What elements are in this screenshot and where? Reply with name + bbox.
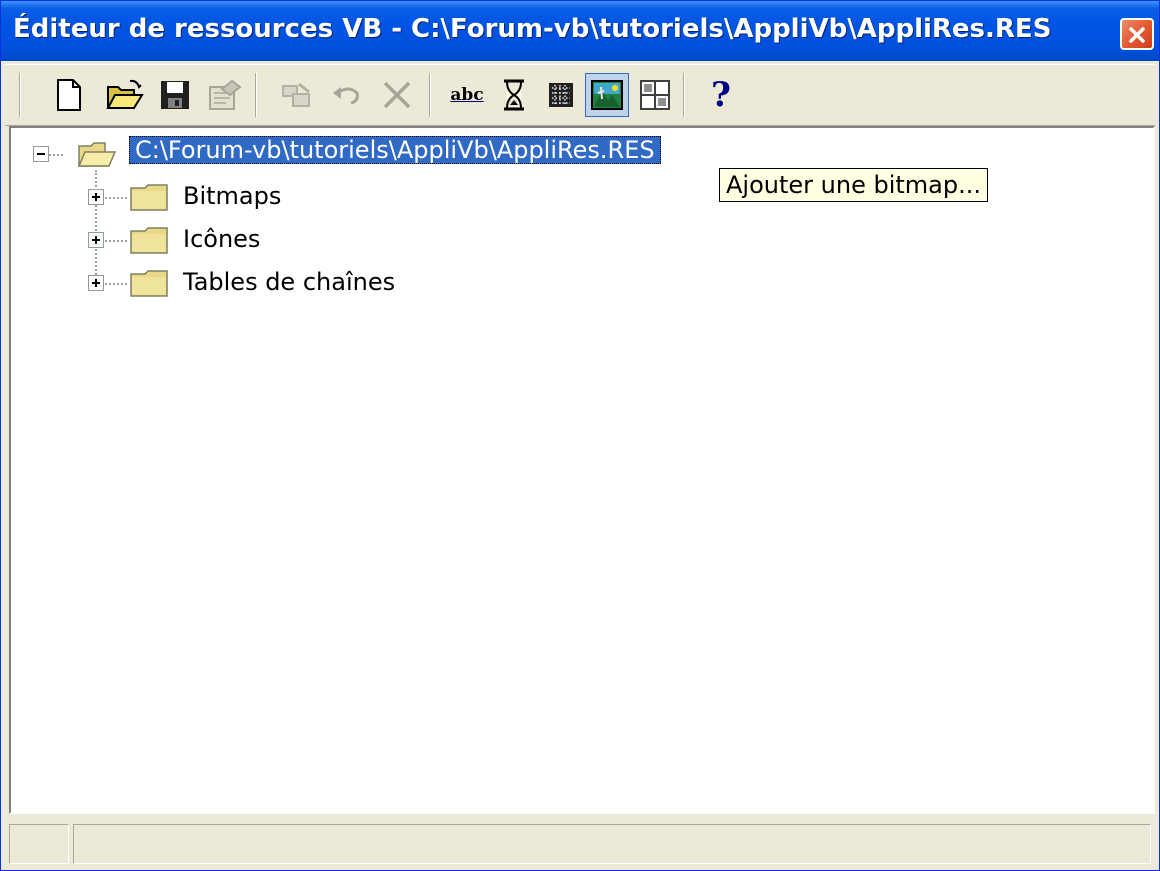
tree-connector xyxy=(105,197,127,199)
toolbar-grip xyxy=(19,73,21,117)
save-disk-icon xyxy=(161,81,189,109)
collapse-toggle[interactable] xyxy=(33,146,49,162)
window-title: Éditeur de ressources VB - C:\Forum-vb\t… xyxy=(13,14,1052,44)
edit-resource-button[interactable] xyxy=(275,73,319,117)
help-icon: ? xyxy=(711,75,731,115)
toolbar-separator xyxy=(255,73,257,117)
custom-resource-icon xyxy=(640,80,670,110)
tree-root-label[interactable]: C:\Forum-vb\tutoriels\AppliVb\AppliRes.R… xyxy=(129,136,661,164)
toolbar-separator xyxy=(683,73,685,117)
add-icon-button[interactable] xyxy=(539,73,583,117)
tree-connector xyxy=(105,283,127,285)
close-icon xyxy=(1129,27,1145,43)
tree-item-bitmaps[interactable]: Bitmaps xyxy=(183,182,281,210)
help-button[interactable]: ? xyxy=(699,73,743,117)
cursor-icon xyxy=(504,79,524,111)
delete-button[interactable] xyxy=(375,73,419,117)
string-table-icon: abc xyxy=(450,85,484,105)
tree-connector xyxy=(95,170,97,286)
add-bitmap-button[interactable] xyxy=(585,73,629,117)
expand-toggle[interactable] xyxy=(88,232,104,248)
string-table-button[interactable]: abc xyxy=(445,73,489,117)
add-cursor-button[interactable] xyxy=(493,73,537,117)
open-folder-icon xyxy=(77,142,117,167)
undo-button[interactable] xyxy=(325,73,369,117)
properties-button[interactable] xyxy=(203,73,247,117)
status-bar xyxy=(5,816,1155,866)
folder-icon xyxy=(130,184,168,211)
tree-connector xyxy=(105,240,127,242)
close-button[interactable] xyxy=(1120,18,1154,50)
edit-resource-icon xyxy=(282,82,310,107)
bitmap-icon xyxy=(591,80,623,110)
delete-icon xyxy=(383,81,411,109)
new-document-icon xyxy=(57,79,81,111)
undo-icon xyxy=(333,87,359,105)
folder-icon xyxy=(130,270,168,297)
toolbar: abc ? xyxy=(5,64,1155,126)
save-button[interactable] xyxy=(153,73,197,117)
new-button[interactable] xyxy=(47,73,91,117)
tree-item-string-tables[interactable]: Tables de chaînes xyxy=(183,268,395,296)
toolbar-tooltip: Ajouter une bitmap... xyxy=(719,168,988,202)
open-button[interactable] xyxy=(103,73,147,117)
status-pane-main xyxy=(73,824,1151,864)
resource-tree[interactable]: C:\Forum-vb\tutoriels\AppliVb\AppliRes.R… xyxy=(9,126,1155,814)
expand-toggle[interactable] xyxy=(88,189,104,205)
add-custom-button[interactable] xyxy=(633,73,677,117)
toolbar-separator xyxy=(429,73,431,117)
open-folder-icon xyxy=(106,79,144,109)
icon-resource-icon xyxy=(549,83,573,107)
title-bar[interactable]: Éditeur de ressources VB - C:\Forum-vb\t… xyxy=(1,1,1159,61)
expand-toggle[interactable] xyxy=(88,275,104,291)
folder-icon xyxy=(130,227,168,254)
properties-icon xyxy=(209,79,242,110)
status-pane-left xyxy=(9,824,69,864)
resource-editor-window: Éditeur de ressources VB - C:\Forum-vb\t… xyxy=(0,0,1160,871)
tree-connector xyxy=(49,154,63,156)
tree-item-icones[interactable]: Icônes xyxy=(183,225,260,253)
